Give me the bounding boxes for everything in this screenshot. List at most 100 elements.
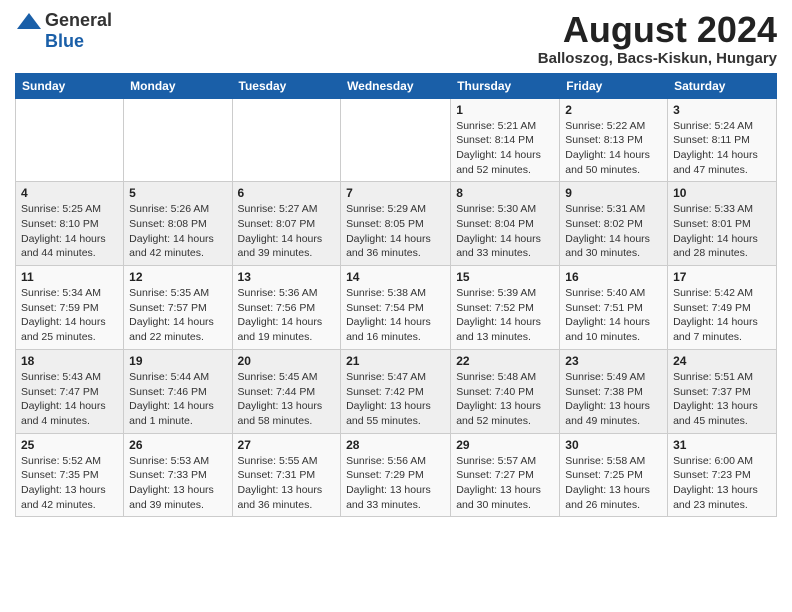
day-info: Sunrise: 5:26 AM Sunset: 8:08 PM Dayligh…	[129, 202, 226, 261]
day-number: 24	[673, 354, 771, 368]
week-row-5: 25 Sunrise: 5:52 AM Sunset: 7:35 PM Dayli…	[16, 433, 777, 517]
weekday-header-friday: Friday	[560, 73, 668, 98]
day-info: Sunrise: 5:22 AM Sunset: 8:13 PM Dayligh…	[565, 119, 662, 178]
day-cell: 28 Sunrise: 5:56 AM Sunset: 7:29 PM Dayli…	[341, 433, 451, 517]
day-number: 30	[565, 438, 662, 452]
day-info: Sunrise: 5:31 AM Sunset: 8:02 PM Dayligh…	[565, 202, 662, 261]
day-number: 29	[456, 438, 554, 452]
logo-general: General	[45, 10, 112, 31]
day-info: Sunrise: 5:48 AM Sunset: 7:40 PM Dayligh…	[456, 370, 554, 429]
title-area: August 2024 Balloszog, Bacs-Kiskun, Hung…	[538, 10, 777, 67]
logo: General Blue	[15, 10, 112, 52]
day-info: Sunrise: 5:52 AM Sunset: 7:35 PM Dayligh…	[21, 454, 118, 513]
day-number: 23	[565, 354, 662, 368]
day-cell: 20 Sunrise: 5:45 AM Sunset: 7:44 PM Dayli…	[232, 349, 341, 433]
day-cell: 17 Sunrise: 5:42 AM Sunset: 7:49 PM Dayli…	[668, 266, 777, 350]
day-cell: 21 Sunrise: 5:47 AM Sunset: 7:42 PM Dayli…	[341, 349, 451, 433]
day-cell	[341, 98, 451, 182]
header: General Blue August 2024 Balloszog, Bacs…	[15, 10, 777, 67]
day-info: Sunrise: 5:24 AM Sunset: 8:11 PM Dayligh…	[673, 119, 771, 178]
day-info: Sunrise: 5:39 AM Sunset: 7:52 PM Dayligh…	[456, 286, 554, 345]
day-cell: 18 Sunrise: 5:43 AM Sunset: 7:47 PM Dayli…	[16, 349, 124, 433]
week-row-3: 11Sunrise: 5:34 AM Sunset: 7:59 PM Dayli…	[16, 266, 777, 350]
day-info: Sunrise: 5:34 AM Sunset: 7:59 PM Dayligh…	[21, 286, 118, 345]
weekday-header-saturday: Saturday	[668, 73, 777, 98]
day-number: 9	[565, 186, 662, 200]
day-info: Sunrise: 5:25 AM Sunset: 8:10 PM Dayligh…	[21, 202, 118, 261]
calendar-table: SundayMondayTuesdayWednesdayThursdayFrid…	[15, 73, 777, 518]
weekday-header-sunday: Sunday	[16, 73, 124, 98]
day-cell: 3 Sunrise: 5:24 AM Sunset: 8:11 PM Daylig…	[668, 98, 777, 182]
day-number: 4	[21, 186, 118, 200]
day-cell: 22 Sunrise: 5:48 AM Sunset: 7:40 PM Dayli…	[451, 349, 560, 433]
day-number: 21	[346, 354, 445, 368]
weekday-header-thursday: Thursday	[451, 73, 560, 98]
day-number: 8	[456, 186, 554, 200]
weekday-header-monday: Monday	[124, 73, 232, 98]
day-info: Sunrise: 5:47 AM Sunset: 7:42 PM Dayligh…	[346, 370, 445, 429]
day-cell: 25 Sunrise: 5:52 AM Sunset: 7:35 PM Dayli…	[16, 433, 124, 517]
day-cell: 6Sunrise: 5:27 AM Sunset: 8:07 PM Daylig…	[232, 182, 341, 266]
day-number: 25	[21, 438, 118, 452]
day-info: Sunrise: 5:51 AM Sunset: 7:37 PM Dayligh…	[673, 370, 771, 429]
day-cell: 31Sunrise: 6:00 AM Sunset: 7:23 PM Dayli…	[668, 433, 777, 517]
day-info: Sunrise: 5:42 AM Sunset: 7:49 PM Dayligh…	[673, 286, 771, 345]
day-cell: 19 Sunrise: 5:44 AM Sunset: 7:46 PM Dayli…	[124, 349, 232, 433]
day-number: 10	[673, 186, 771, 200]
logo-blue: Blue	[45, 31, 84, 52]
day-cell: 16 Sunrise: 5:40 AM Sunset: 7:51 PM Dayli…	[560, 266, 668, 350]
day-cell: 27Sunrise: 5:55 AM Sunset: 7:31 PM Dayli…	[232, 433, 341, 517]
day-number: 14	[346, 270, 445, 284]
day-info: Sunrise: 5:27 AM Sunset: 8:07 PM Dayligh…	[238, 202, 336, 261]
day-cell: 11Sunrise: 5:34 AM Sunset: 7:59 PM Dayli…	[16, 266, 124, 350]
weekday-header-row: SundayMondayTuesdayWednesdayThursdayFrid…	[16, 73, 777, 98]
day-number: 19	[129, 354, 226, 368]
day-cell: 30Sunrise: 5:58 AM Sunset: 7:25 PM Dayli…	[560, 433, 668, 517]
day-number: 18	[21, 354, 118, 368]
day-number: 27	[238, 438, 336, 452]
day-info: Sunrise: 5:36 AM Sunset: 7:56 PM Dayligh…	[238, 286, 336, 345]
day-cell: 9 Sunrise: 5:31 AM Sunset: 8:02 PM Daylig…	[560, 182, 668, 266]
day-cell: 13Sunrise: 5:36 AM Sunset: 7:56 PM Dayli…	[232, 266, 341, 350]
day-info: Sunrise: 5:35 AM Sunset: 7:57 PM Dayligh…	[129, 286, 226, 345]
day-info: Sunrise: 5:57 AM Sunset: 7:27 PM Dayligh…	[456, 454, 554, 513]
day-info: Sunrise: 5:30 AM Sunset: 8:04 PM Dayligh…	[456, 202, 554, 261]
day-number: 17	[673, 270, 771, 284]
day-cell	[16, 98, 124, 182]
month-year: August 2024	[538, 10, 777, 50]
day-number: 20	[238, 354, 336, 368]
day-number: 28	[346, 438, 445, 452]
logo-icon	[15, 11, 43, 31]
day-cell	[232, 98, 341, 182]
weekday-header-wednesday: Wednesday	[341, 73, 451, 98]
day-number: 3	[673, 103, 771, 117]
week-row-2: 4 Sunrise: 5:25 AM Sunset: 8:10 PM Daylig…	[16, 182, 777, 266]
day-number: 5	[129, 186, 226, 200]
day-cell: 5 Sunrise: 5:26 AM Sunset: 8:08 PM Daylig…	[124, 182, 232, 266]
day-cell: 26Sunrise: 5:53 AM Sunset: 7:33 PM Dayli…	[124, 433, 232, 517]
day-cell: 2Sunrise: 5:22 AM Sunset: 8:13 PM Daylig…	[560, 98, 668, 182]
day-info: Sunrise: 5:44 AM Sunset: 7:46 PM Dayligh…	[129, 370, 226, 429]
day-cell: 23 Sunrise: 5:49 AM Sunset: 7:38 PM Dayli…	[560, 349, 668, 433]
day-cell: 8 Sunrise: 5:30 AM Sunset: 8:04 PM Daylig…	[451, 182, 560, 266]
week-row-4: 18 Sunrise: 5:43 AM Sunset: 7:47 PM Dayli…	[16, 349, 777, 433]
day-cell: 14Sunrise: 5:38 AM Sunset: 7:54 PM Dayli…	[341, 266, 451, 350]
day-info: Sunrise: 5:49 AM Sunset: 7:38 PM Dayligh…	[565, 370, 662, 429]
day-number: 26	[129, 438, 226, 452]
day-cell: 1 Sunrise: 5:21 AM Sunset: 8:14 PM Daylig…	[451, 98, 560, 182]
day-info: Sunrise: 5:56 AM Sunset: 7:29 PM Dayligh…	[346, 454, 445, 513]
day-number: 16	[565, 270, 662, 284]
day-cell	[124, 98, 232, 182]
day-info: Sunrise: 5:43 AM Sunset: 7:47 PM Dayligh…	[21, 370, 118, 429]
day-number: 1	[456, 103, 554, 117]
day-cell: 24 Sunrise: 5:51 AM Sunset: 7:37 PM Dayli…	[668, 349, 777, 433]
day-cell: 10Sunrise: 5:33 AM Sunset: 8:01 PM Dayli…	[668, 182, 777, 266]
day-info: Sunrise: 5:21 AM Sunset: 8:14 PM Dayligh…	[456, 119, 554, 178]
day-info: Sunrise: 5:40 AM Sunset: 7:51 PM Dayligh…	[565, 286, 662, 345]
day-info: Sunrise: 5:29 AM Sunset: 8:05 PM Dayligh…	[346, 202, 445, 261]
day-info: Sunrise: 5:45 AM Sunset: 7:44 PM Dayligh…	[238, 370, 336, 429]
day-number: 12	[129, 270, 226, 284]
day-number: 22	[456, 354, 554, 368]
day-cell: 4 Sunrise: 5:25 AM Sunset: 8:10 PM Daylig…	[16, 182, 124, 266]
day-number: 7	[346, 186, 445, 200]
